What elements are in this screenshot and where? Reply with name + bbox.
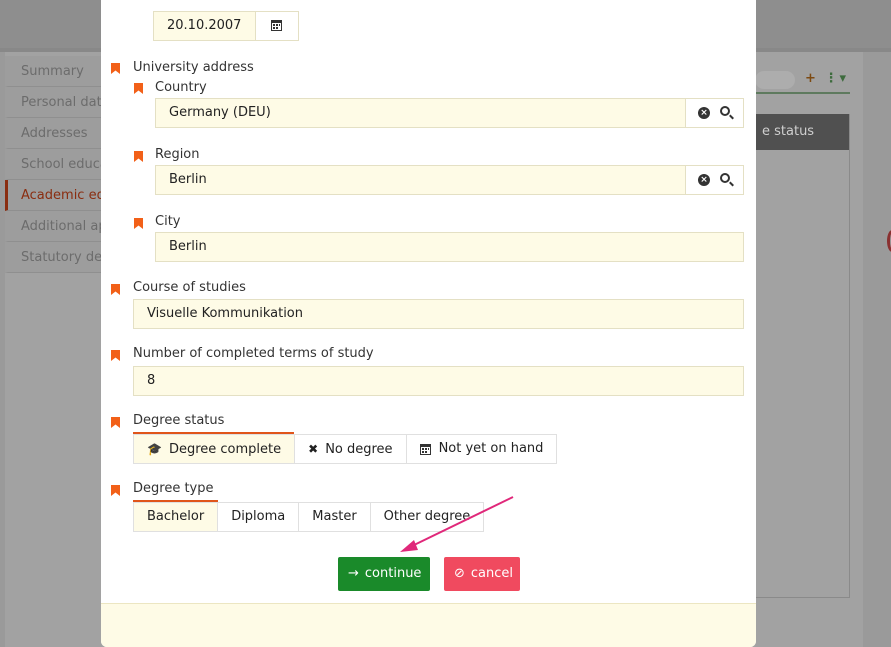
continue-label: continue	[364, 566, 422, 581]
terms-value: 8	[147, 373, 156, 388]
bg-nav-item-statutory: Statutory de	[5, 242, 101, 273]
degree-status-option-label: No degree	[325, 442, 393, 457]
bg-nav-item-additional: Additional ap	[5, 211, 101, 242]
clear-icon[interactable]: ×	[698, 174, 710, 186]
bg-sidebar-nav: Summary Personal dat Addresses School ed…	[5, 56, 101, 273]
degree-type-option-diploma[interactable]: Diploma	[218, 503, 300, 531]
degree-type-option-master[interactable]: Master	[299, 503, 371, 531]
required-bookmark-icon	[134, 151, 143, 162]
search-icon[interactable]	[720, 173, 730, 183]
clear-icon[interactable]: ×	[698, 107, 710, 119]
bg-tools: + ⋮▾	[805, 71, 848, 86]
calendar-icon	[419, 444, 431, 455]
date-field[interactable]: 20.10.2007	[153, 11, 299, 41]
required-bookmark-icon	[111, 63, 120, 74]
country-label: Country	[155, 80, 207, 95]
required-bookmark-icon	[134, 218, 143, 229]
terms-field[interactable]: 8	[133, 366, 744, 396]
bg-nav-item-school-education: School educa	[5, 149, 101, 180]
required-bookmark-icon	[134, 83, 143, 94]
ban-icon: ⊘	[454, 566, 465, 581]
arrow-right-icon: →	[348, 566, 359, 581]
graduation-cap-icon: 🎓	[147, 442, 162, 456]
degree-status-label: Degree status	[133, 413, 225, 428]
modal-footer	[101, 603, 756, 647]
degree-type-option-bachelor[interactable]: Bachelor	[134, 503, 219, 531]
degree-status-option-label: Degree complete	[168, 442, 282, 457]
bg-more-icon: ⋮▾	[824, 71, 848, 86]
degree-status-option-none[interactable]: ✖ No degree	[295, 435, 407, 463]
country-field[interactable]: Germany (DEU) ×	[155, 98, 744, 128]
required-bookmark-icon	[111, 350, 120, 361]
region-label: Region	[155, 147, 200, 162]
continue-button[interactable]: → continue	[338, 557, 430, 591]
bg-search-field	[755, 71, 795, 89]
cancel-button[interactable]: ⊘ cancel	[444, 557, 520, 591]
x-icon: ✖	[308, 442, 319, 456]
bg-add-icon: +	[805, 71, 818, 86]
date-picker-button[interactable]	[255, 12, 298, 40]
required-bookmark-icon	[111, 417, 120, 428]
bg-nav-item-addresses: Addresses	[5, 118, 101, 149]
bg-nav-item-summary: Summary	[5, 56, 101, 87]
academic-education-modal: 20.10.2007 University address Country Ge…	[101, 0, 756, 647]
city-label: City	[155, 214, 181, 229]
bg-table-frame	[755, 114, 850, 598]
course-field[interactable]: Visuelle Kommunikation	[133, 299, 744, 329]
region-value: Berlin	[169, 172, 207, 187]
search-icon[interactable]	[720, 106, 730, 116]
date-input[interactable]: 20.10.2007	[154, 12, 255, 40]
region-field[interactable]: Berlin ×	[155, 165, 744, 195]
course-label: Course of studies	[133, 280, 246, 295]
bg-nav-item-personal-data: Personal dat	[5, 87, 101, 118]
degree-type-option-other[interactable]: Other degree	[370, 503, 484, 531]
region-field-buttons: ×	[685, 166, 743, 194]
bg-indicator	[887, 230, 891, 252]
required-bookmark-icon	[111, 284, 120, 295]
course-value: Visuelle Kommunikation	[147, 306, 303, 321]
degree-status-option-complete[interactable]: 🎓 Degree complete	[134, 435, 296, 463]
bg-table-header: e status	[755, 114, 849, 150]
country-field-buttons: ×	[685, 99, 743, 127]
degree-status-option-pending[interactable]: Not yet on hand	[406, 435, 557, 463]
cancel-label: cancel	[470, 566, 514, 581]
city-value: Berlin	[169, 239, 207, 254]
degree-status-option-label: Not yet on hand	[438, 441, 544, 456]
degree-type-label: Degree type	[133, 481, 214, 496]
calendar-icon	[271, 20, 282, 31]
bg-tab-underline	[755, 92, 850, 94]
required-bookmark-icon	[111, 485, 120, 496]
degree-status-selector: 🎓 Degree complete ✖ No degree Not yet on h…	[133, 434, 558, 464]
bg-nav-item-academic-education: Academic ed	[5, 180, 101, 211]
city-field[interactable]: Berlin	[155, 232, 744, 262]
country-value: Germany (DEU)	[169, 105, 271, 120]
degree-type-selector: Bachelor Diploma Master Other degree	[133, 502, 485, 532]
university-address-label: University address	[133, 60, 254, 75]
terms-label: Number of completed terms of study	[133, 346, 374, 361]
